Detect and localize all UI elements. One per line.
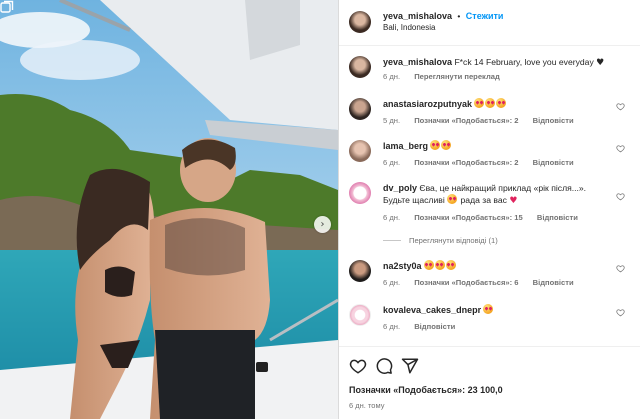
caption-age: 6 дн.: [383, 72, 401, 81]
caption-text: F*ck 14 February, love you everyday: [454, 57, 594, 67]
share-icon[interactable]: [401, 357, 419, 375]
comment-likes[interactable]: Позначки «Подобається»: 15: [414, 213, 523, 222]
reply-button[interactable]: Відповісти: [537, 213, 578, 222]
header-separator: •: [457, 11, 461, 21]
heart-eyes-emoji: [445, 260, 456, 270]
heart-eyes-emoji: [474, 98, 485, 108]
header-title-row: yeva_mishalova • Стежити: [383, 11, 503, 21]
comment-age: 5 дн.: [383, 116, 401, 125]
comment-age: 6 дн.: [383, 158, 401, 167]
post-action-bar: Позначки «Подобається»: 23 100,0 6 дн. т…: [339, 346, 640, 419]
reply-button[interactable]: Відповісти: [533, 158, 574, 167]
caption-meta: 6 дн. Переглянути переклад: [383, 72, 512, 81]
heart-eyes-emoji: [434, 260, 445, 270]
translate-link[interactable]: Переглянути переклад: [414, 72, 500, 81]
replies-divider: [383, 240, 401, 241]
red-heart-emoji: ♥: [509, 196, 518, 206]
caption-text-row: yeva_mishalova F*ck 14 February, love yo…: [383, 56, 611, 69]
comment-likes[interactable]: Позначки «Подобається»: 6: [414, 278, 518, 287]
comment-likes[interactable]: Позначки «Подобається»: 2: [414, 116, 518, 125]
post-photo[interactable]: ›: [0, 0, 338, 419]
caption-avatar[interactable]: [349, 56, 371, 78]
post-location[interactable]: Bali, Indonesia: [383, 23, 435, 32]
heart-icon[interactable]: [616, 192, 625, 201]
author-username[interactable]: yeva_mishalova: [383, 11, 452, 21]
comment-username[interactable]: na2sty0a: [383, 261, 422, 271]
comment-text-row: na2sty0a: [383, 260, 611, 272]
comment-age: 6 дн.: [383, 278, 401, 287]
heart-eyes-emoji: [485, 98, 496, 108]
heart-eyes-emoji: [423, 260, 434, 270]
heart-icon[interactable]: [616, 264, 625, 273]
author-avatar[interactable]: [349, 11, 371, 33]
commenter-avatar[interactable]: [349, 140, 371, 162]
view-replies-button[interactable]: Переглянути відповіді (1): [383, 236, 498, 245]
comment-meta: 5 дн. Позначки «Подобається»: 2 Відповіс…: [383, 116, 586, 125]
post-header: yeva_mishalova • Стежити Bali, Indonesia: [339, 0, 640, 46]
comment-username[interactable]: kovaleva_cakes_dnepr: [383, 305, 481, 315]
comment-age: 6 дн.: [383, 213, 401, 222]
comment-likes[interactable]: Позначки «Подобається»: 2: [414, 158, 518, 167]
comment-meta: 6 дн. Позначки «Подобається»: 6 Відповіс…: [383, 278, 586, 287]
commenter-avatar[interactable]: [349, 260, 371, 282]
comment-username[interactable]: lama_berg: [383, 141, 428, 151]
commenter-avatar[interactable]: [349, 98, 371, 120]
post-age: 6 дн. тому: [349, 401, 385, 410]
post-side-panel: yeva_mishalova • Стежити Bali, Indonesia…: [338, 0, 640, 419]
likes-count[interactable]: Позначки «Подобається»: 23 100,0: [349, 385, 503, 395]
comment-text-row: lama_berg: [383, 140, 611, 152]
photo-illustration: [0, 0, 338, 419]
comment-text-row: anastasiarozputnyak: [383, 98, 611, 110]
heart-icon[interactable]: [616, 144, 625, 153]
carousel-icon: [0, 0, 14, 13]
black-heart-emoji: ♥: [596, 58, 605, 68]
reply-button[interactable]: Відповісти: [414, 322, 455, 331]
heart-icon[interactable]: [616, 308, 625, 317]
comment-username[interactable]: dv_poly: [383, 183, 417, 193]
commenter-avatar[interactable]: [349, 182, 371, 204]
comment-meta: 6 дн. Позначки «Подобається»: 2 Відповіс…: [383, 158, 586, 167]
comment-meta: 6 дн. Відповісти: [383, 322, 467, 331]
comment-text-continued: рада за вас: [460, 195, 507, 205]
comment-icon[interactable]: [375, 357, 393, 375]
follow-button[interactable]: Стежити: [466, 11, 504, 21]
heart-eyes-emoji: [441, 140, 452, 150]
instagram-post-view: › yeva_mishalova • Стежити Bali, Indones…: [0, 0, 640, 419]
comment-meta: 6 дн. Позначки «Подобається»: 15 Відпові…: [383, 213, 590, 222]
comment-text-row: kovaleva_cakes_dnepr: [383, 304, 611, 316]
reply-button[interactable]: Відповісти: [533, 278, 574, 287]
heart-eyes-emoji: [483, 304, 494, 314]
commenter-avatar[interactable]: [349, 304, 371, 326]
heart-eyes-emoji: [430, 140, 441, 150]
heart-icon[interactable]: [616, 102, 625, 111]
comment-age: 6 дн.: [383, 322, 401, 331]
comment-text-row: dv_poly Єва, це найкращий приклад «рік п…: [383, 182, 611, 207]
carousel-next-button[interactable]: ›: [314, 216, 331, 233]
caption-username[interactable]: yeva_mishalova: [383, 57, 452, 67]
view-replies-label: Переглянути відповіді (1): [409, 236, 498, 245]
chevron-right-icon: ›: [320, 219, 325, 230]
heart-icon[interactable]: [349, 357, 367, 375]
heart-eyes-emoji: [496, 98, 507, 108]
reply-button[interactable]: Відповісти: [533, 116, 574, 125]
heart-eyes-emoji: [447, 194, 458, 204]
comment-username[interactable]: anastasiarozputnyak: [383, 99, 472, 109]
